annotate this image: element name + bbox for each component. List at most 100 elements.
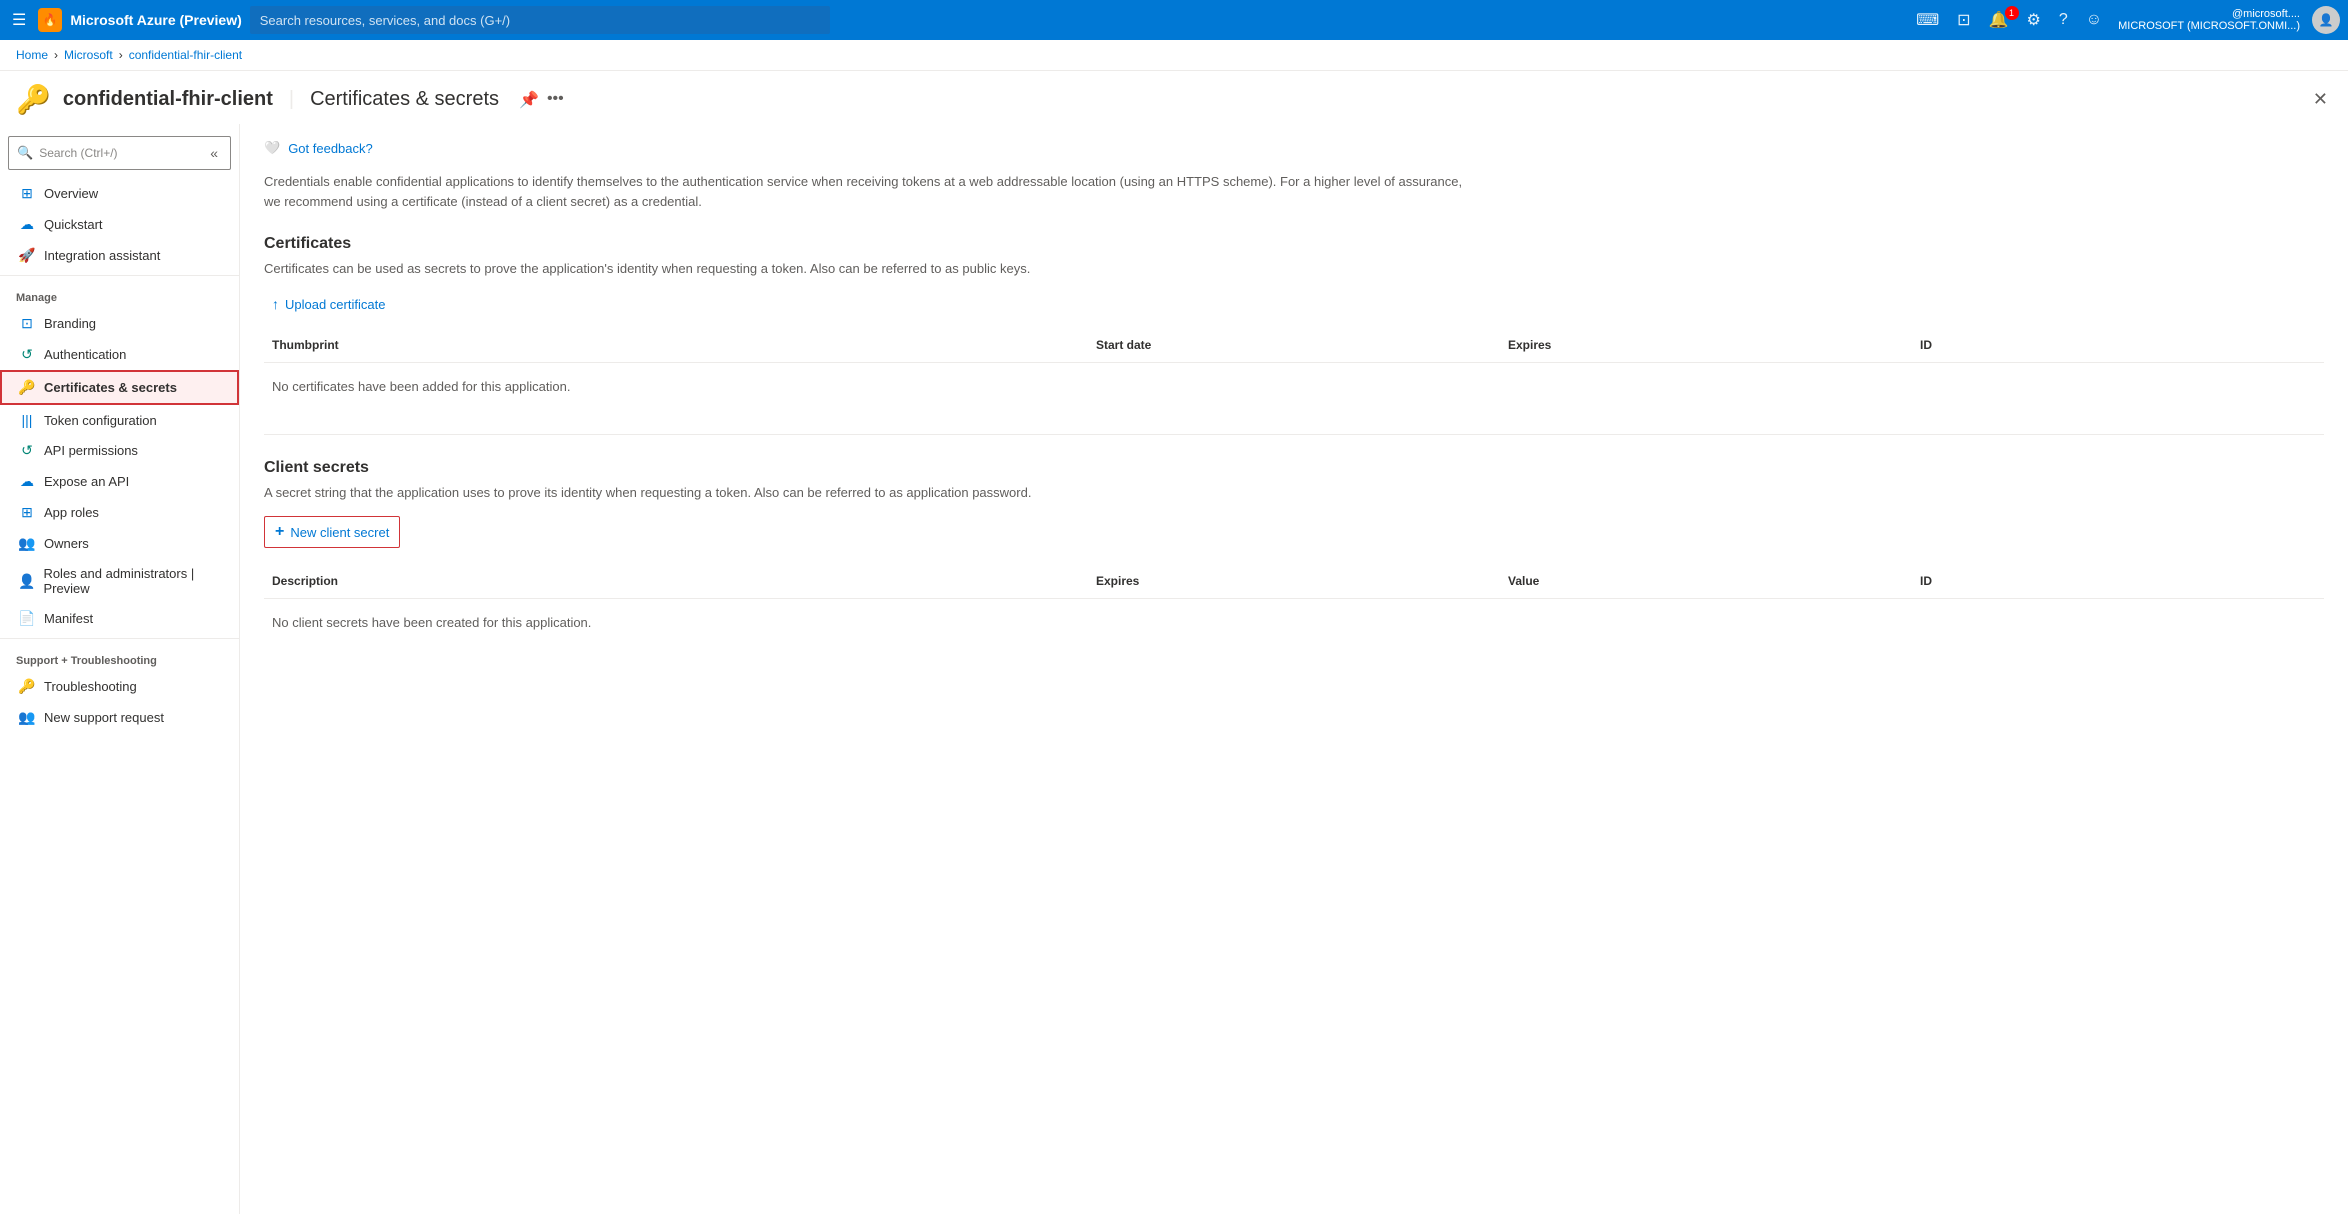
manifest-icon: 📄 [18,610,36,627]
section-divider [264,434,2324,435]
directory-icon[interactable]: ⊡ [1951,6,1976,34]
sidebar-divider-2 [0,638,239,639]
sidebar-item-roles[interactable]: 👤 Roles and administrators | Preview [0,559,239,603]
app-title: Microsoft Azure (Preview) [70,12,241,28]
sidebar-item-expose[interactable]: ☁ Expose an API [0,466,239,497]
sidebar-item-manifest[interactable]: 📄 Manifest [0,603,239,634]
pin-icon[interactable]: 📌 [519,90,539,110]
feedback-bar: 🤍 Got feedback? [264,140,2324,156]
page-wrapper: Home › Microsoft › confidential-fhir-cli… [0,40,2348,1214]
sidebar-label-troubleshooting: Troubleshooting [44,679,137,694]
sidebar-item-quickstart[interactable]: ☁ Quickstart [0,209,239,240]
client-secrets-description: A secret string that the application use… [264,485,2324,500]
topbar-icons: ⌨ ⊡ 🔔 1 ⚙ ? ☺ @microsoft.... MICROSOFT (… [1910,6,2340,34]
secret-col-description: Description [264,570,1088,592]
certificates-table-header: Thumbprint Start date Expires ID [264,328,2324,363]
sidebar-label-certificates: Certificates & secrets [44,380,177,395]
plus-icon: + [275,523,284,541]
upload-icon: ↑ [272,296,279,312]
sidebar-label-roles: Roles and administrators | Preview [43,566,223,596]
certificates-empty-message: No certificates have been added for this… [264,363,2324,410]
sidebar-divider-1 [0,275,239,276]
new-client-secret-button[interactable]: + New client secret [264,516,400,548]
sidebar-search-container: 🔍 « [8,136,231,170]
main-description: Credentials enable confidential applicat… [264,172,1464,211]
overview-icon: ⊞ [18,185,36,202]
collapse-icon[interactable]: « [206,141,222,165]
global-search[interactable] [250,6,830,34]
app-icon: 🔑 [16,83,51,116]
help-icon[interactable]: ? [2053,7,2074,33]
api-icon: ↺ [18,442,36,459]
client-secrets-section: Client secrets A secret string that the … [264,459,2324,646]
secrets-table-header: Description Expires Value ID [264,564,2324,599]
cert-col-startdate: Start date [1088,334,1500,356]
sidebar-item-api[interactable]: ↺ API permissions [0,435,239,466]
cert-col-thumbprint: Thumbprint [264,334,1088,356]
breadcrumb-app[interactable]: confidential-fhir-client [129,48,242,62]
cert-col-expires: Expires [1500,334,1912,356]
cert-col-id: ID [1912,334,2324,356]
sidebar-item-owners[interactable]: 👥 Owners [0,528,239,559]
sidebar-label-authentication: Authentication [44,347,126,362]
token-icon: ||| [18,412,36,428]
sidebar-label-overview: Overview [44,186,98,201]
notification-count: 1 [2005,6,2019,20]
feedback-text[interactable]: Got feedback? [288,141,373,156]
support-section-label: Support + Troubleshooting [0,643,239,671]
certificates-section: Certificates Certificates can be used as… [264,235,2324,410]
sidebar-item-support[interactable]: 👥 New support request [0,702,239,733]
branding-icon: ⊡ [18,315,36,332]
authentication-icon: ↺ [18,346,36,363]
client-secrets-title: Client secrets [264,459,2324,477]
hamburger-menu[interactable]: ☰ [8,6,30,34]
certificates-icon: 🔑 [18,379,36,396]
feedback-icon[interactable]: ☺ [2080,7,2108,33]
more-options-icon[interactable]: ••• [547,90,564,110]
page-header: 🔑 confidential-fhir-client | Certificate… [0,71,2348,124]
sidebar-label-owners: Owners [44,536,89,551]
heart-icon: 🤍 [264,140,280,156]
sidebar-item-overview[interactable]: ⊞ Overview [0,178,239,209]
sidebar-item-approles[interactable]: ⊞ App roles [0,497,239,528]
sidebar-item-certificates[interactable]: 🔑 Certificates & secrets [0,370,239,405]
user-account: @microsoft.... [2232,8,2300,20]
search-icon: 🔍 [17,145,33,161]
notifications[interactable]: 🔔 1 [1983,10,2015,30]
sidebar-label-approles: App roles [44,505,99,520]
integration-icon: 🚀 [18,247,36,264]
user-info[interactable]: @microsoft.... MICROSOFT (MICROSOFT.ONMI… [2118,8,2300,32]
sidebar-item-branding[interactable]: ⊡ Branding [0,308,239,339]
breadcrumb-microsoft[interactable]: Microsoft [64,48,113,62]
secret-col-id: ID [1912,570,2324,592]
sidebar-search-input[interactable] [39,146,200,160]
secret-col-value: Value [1500,570,1912,592]
sidebar-item-token[interactable]: ||| Token configuration [0,405,239,435]
sidebar-label-manifest: Manifest [44,611,93,626]
sidebar-item-troubleshooting[interactable]: 🔑 Troubleshooting [0,671,239,702]
settings-icon[interactable]: ⚙ [2021,6,2047,34]
cloud-shell-icon[interactable]: ⌨ [1910,6,1945,34]
header-actions: 📌 ••• [519,90,564,110]
sidebar: 🔍 « ⊞ Overview ☁ Quickstart 🚀 Integratio… [0,124,240,1214]
roles-icon: 👤 [18,573,35,590]
user-avatar[interactable]: 👤 [2312,6,2340,34]
page-subtitle: Certificates & secrets [310,88,499,111]
breadcrumb-home[interactable]: Home [16,48,48,62]
header-divider: | [289,88,294,111]
main-area: 🔍 « ⊞ Overview ☁ Quickstart 🚀 Integratio… [0,124,2348,1214]
topbar: ☰ 🔥 Microsoft Azure (Preview) ⌨ ⊡ 🔔 1 ⚙ … [0,0,2348,40]
page-title: confidential-fhir-client [63,88,273,111]
azure-logo: 🔥 [38,8,62,32]
close-button[interactable]: ✕ [2309,85,2332,114]
owners-icon: 👥 [18,535,36,552]
sidebar-label-expose: Expose an API [44,474,129,489]
upload-certificate-button[interactable]: ↑ Upload certificate [264,292,393,316]
sidebar-item-integration[interactable]: 🚀 Integration assistant [0,240,239,271]
approles-icon: ⊞ [18,504,36,521]
main-content: 🤍 Got feedback? Credentials enable confi… [240,124,2348,1214]
sidebar-label-branding: Branding [44,316,96,331]
user-tenant: MICROSOFT (MICROSOFT.ONMI...) [2118,20,2300,32]
sidebar-item-authentication[interactable]: ↺ Authentication [0,339,239,370]
expose-icon: ☁ [18,473,36,490]
